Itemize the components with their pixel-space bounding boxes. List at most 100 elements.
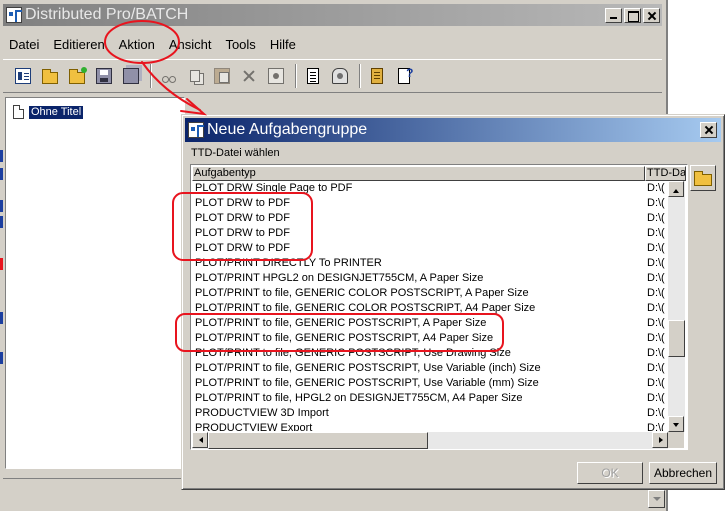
list-item[interactable]: PLOT/PRINT HPGL2 on DESIGNJET755CM, A Pa… xyxy=(192,271,668,286)
list-item[interactable]: PLOT/PRINT to file, GENERIC POSTSCRIPT, … xyxy=(192,331,668,346)
menu-tools[interactable]: Tools xyxy=(219,37,261,52)
ttd-file-cell: D:\( xyxy=(647,332,665,344)
task-type-cell: PLOT DRW to PDF xyxy=(195,197,290,209)
document-button[interactable] xyxy=(301,65,324,87)
task-type-cell: PLOT/PRINT to file, GENERIC POSTSCRIPT, … xyxy=(195,317,487,329)
app-icon xyxy=(188,122,204,138)
list-item[interactable]: PLOT/PRINT to file, GENERIC POSTSCRIPT, … xyxy=(192,376,668,391)
copy-button[interactable] xyxy=(183,65,206,87)
maximize-button[interactable] xyxy=(624,8,641,23)
background-fragment xyxy=(0,258,3,270)
open-button[interactable] xyxy=(38,65,61,87)
save-all-button[interactable] xyxy=(119,65,142,87)
ok-button[interactable]: OK xyxy=(577,462,643,484)
task-type-cell: PLOT DRW Single Page to PDF xyxy=(195,182,353,194)
list-item[interactable]: PLOT DRW Single Page to PDF D:\( xyxy=(192,181,668,196)
list-item[interactable]: PLOT/PRINT to file, GENERIC POSTSCRIPT, … xyxy=(192,361,668,376)
ttd-file-cell: D:\( xyxy=(647,257,665,269)
ttd-file-cell: D:\( xyxy=(647,347,665,359)
list-item[interactable]: PLOT/PRINT DIRECTLY To PRINTER D:\( xyxy=(192,256,668,271)
ttd-file-cell: D:\( xyxy=(647,362,665,374)
ttd-file-cell: D:\( xyxy=(647,272,665,284)
cancel-button[interactable]: Abbrechen xyxy=(649,462,717,484)
open-task-button[interactable] xyxy=(65,65,88,87)
ttd-file-cell: D:\( xyxy=(647,182,665,194)
document-icon xyxy=(13,105,24,119)
column-header-ttd-file[interactable]: TTD-Da xyxy=(645,166,686,181)
stack-button[interactable] xyxy=(365,65,388,87)
task-type-cell: PLOT/PRINT to file, GENERIC COLOR POSTSC… xyxy=(195,287,529,299)
task-type-cell: PLOT DRW to PDF xyxy=(195,242,290,254)
document-icon xyxy=(306,68,319,84)
scroll-down-button[interactable] xyxy=(648,490,665,508)
list-item[interactable]: PLOT DRW to PDF D:\( xyxy=(192,196,668,211)
menu-editieren[interactable]: Editieren xyxy=(47,37,110,52)
background-fragment xyxy=(0,168,3,180)
browse-button[interactable] xyxy=(690,165,716,191)
vertical-scroll-thumb[interactable] xyxy=(668,320,685,357)
task-type-cell: PLOT/PRINT to file, HPGL2 on DESIGNJET75… xyxy=(195,392,523,404)
list-item[interactable]: PLOT/PRINT to file, GENERIC COLOR POSTSC… xyxy=(192,286,668,301)
globe-icon xyxy=(331,68,348,84)
tree-item-label: Ohne Titel xyxy=(29,105,84,119)
save-button[interactable] xyxy=(92,65,115,87)
scroll-down-button[interactable] xyxy=(668,416,684,432)
group-properties-icon xyxy=(267,68,284,84)
ttd-file-cell: D:\( xyxy=(647,227,665,239)
globe-button[interactable] xyxy=(328,65,351,87)
minimize-button[interactable] xyxy=(605,8,622,23)
menu-hilfe[interactable]: Hilfe xyxy=(264,37,302,52)
app-icon xyxy=(6,7,22,23)
scroll-up-button[interactable] xyxy=(668,181,684,197)
task-tree[interactable]: Ohne Titel xyxy=(5,97,185,469)
menu-aktion[interactable]: Aktion xyxy=(113,37,161,52)
ttd-file-cell: D:\( xyxy=(647,407,665,419)
scroll-left-button[interactable] xyxy=(192,432,208,448)
list-item[interactable]: PLOT DRW to PDF D:\( xyxy=(192,211,668,226)
ttd-file-cell: D:\( xyxy=(647,302,665,314)
close-button[interactable] xyxy=(643,8,660,23)
dialog-close-button[interactable] xyxy=(700,122,717,138)
task-type-cell: PRODUCTVIEW 3D Import xyxy=(195,407,329,419)
delete-button[interactable] xyxy=(237,65,260,87)
list-item[interactable]: PLOT/PRINT to file, GENERIC POSTSCRIPT, … xyxy=(192,316,668,331)
cut-icon xyxy=(160,68,176,84)
list-item[interactable]: PLOT DRW to PDF D:\( xyxy=(192,226,668,241)
task-type-cell: PLOT/PRINT DIRECTLY To PRINTER xyxy=(195,257,382,269)
horizontal-scroll-thumb[interactable] xyxy=(208,432,428,449)
ttd-file-cell: D:\( xyxy=(647,422,665,431)
save-icon xyxy=(95,68,112,84)
ttd-file-cell: D:\( xyxy=(647,377,665,389)
task-type-cell: PLOT/PRINT to file, GENERIC POSTSCRIPT, … xyxy=(195,362,541,374)
tree-item[interactable]: Ohne Titel xyxy=(13,105,84,119)
task-type-cell: PLOT DRW to PDF xyxy=(195,227,290,239)
list-item[interactable]: PLOT/PRINT to file, GENERIC COLOR POSTSC… xyxy=(192,301,668,316)
menu-ansicht[interactable]: Ansicht xyxy=(163,37,218,52)
paste-button[interactable] xyxy=(210,65,233,87)
list-item[interactable]: PRODUCTVIEW 3D Import D:\( xyxy=(192,406,668,421)
cut-button[interactable] xyxy=(156,65,179,87)
ttd-file-cell: D:\( xyxy=(647,317,665,329)
task-type-cell: PLOT/PRINT to file, GENERIC POSTSCRIPT, … xyxy=(195,332,494,344)
toolbar-separator xyxy=(150,64,152,88)
window-controls xyxy=(605,8,660,23)
ttd-file-cell: D:\( xyxy=(647,197,665,209)
main-titlebar[interactable]: Distributed Pro/BATCH xyxy=(3,4,662,26)
task-type-list[interactable]: Aufgabentyp TTD-Da PLOT DRW Single Page … xyxy=(190,164,688,450)
properties-icon xyxy=(14,68,31,84)
task-type-cell: PLOT/PRINT to file, GENERIC POSTSCRIPT, … xyxy=(195,347,511,359)
scroll-right-button[interactable] xyxy=(652,432,668,448)
vertical-scrollbar[interactable] xyxy=(668,181,685,432)
list-item[interactable]: PLOT/PRINT to file, GENERIC POSTSCRIPT, … xyxy=(192,346,668,361)
list-item[interactable]: PLOT DRW to PDF D:\( xyxy=(192,241,668,256)
task-type-cell: PRODUCTVIEW Export xyxy=(195,422,313,431)
help-button[interactable] xyxy=(392,65,415,87)
open-folder-icon xyxy=(694,170,712,186)
menu-datei[interactable]: Datei xyxy=(3,37,45,52)
column-header-task-type[interactable]: Aufgabentyp xyxy=(192,166,645,181)
ttd-file-cell: D:\( xyxy=(647,392,665,404)
list-item[interactable]: PLOT/PRINT to file, HPGL2 on DESIGNJET75… xyxy=(192,391,668,406)
properties-button[interactable] xyxy=(11,65,34,87)
dialog-titlebar[interactable]: Neue Aufgabengruppe xyxy=(185,118,721,142)
group-properties-button[interactable] xyxy=(264,65,287,87)
